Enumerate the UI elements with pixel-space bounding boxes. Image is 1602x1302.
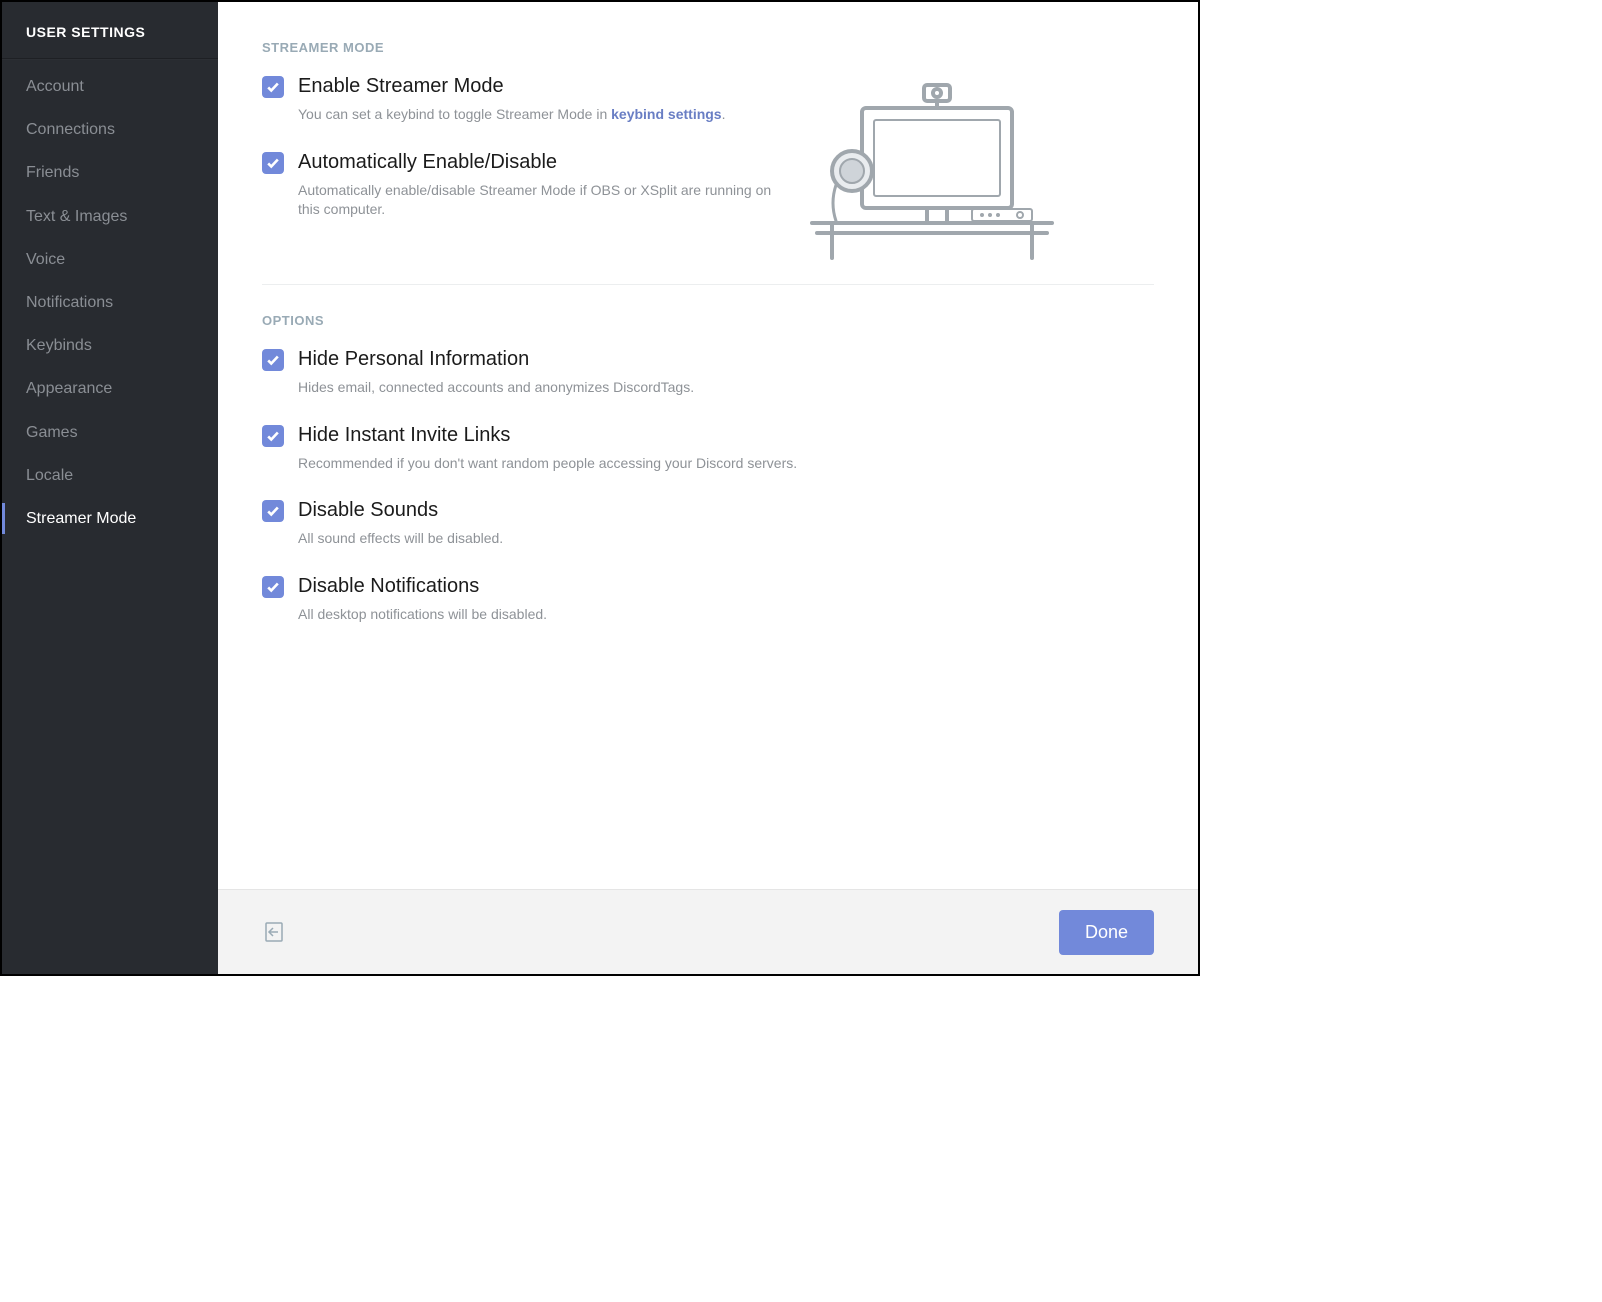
setting-title: Disable Notifications — [298, 573, 1154, 599]
setting-hide-invites: Hide Instant Invite Links Recommended if… — [262, 422, 1154, 474]
sidebar-item-label: Voice — [26, 251, 65, 268]
check-icon — [266, 429, 280, 443]
check-icon — [266, 580, 280, 594]
sidebar-item-label: Locale — [26, 467, 73, 484]
sidebar-item-voice[interactable]: Voice — [2, 238, 218, 281]
sidebar-item-account[interactable]: Account — [2, 65, 218, 108]
sidebar-item-connections[interactable]: Connections — [2, 108, 218, 151]
sidebar-item-label: Games — [26, 424, 78, 441]
section-header-streamer-mode: STREAMER MODE — [262, 40, 1154, 55]
sidebar: USER SETTINGS Account Connections Friend… — [2, 2, 218, 974]
sidebar-item-label: Appearance — [26, 380, 112, 397]
setting-body: Enable Streamer Mode You can set a keybi… — [298, 73, 782, 125]
checkbox-disable-sounds[interactable] — [262, 500, 284, 522]
setting-auto-enable: Automatically Enable/Disable Automatical… — [262, 149, 782, 220]
keybind-settings-link[interactable]: keybind settings — [611, 106, 721, 122]
section-header-options: OPTIONS — [262, 313, 1154, 328]
setting-title: Hide Personal Information — [298, 346, 1154, 372]
sidebar-item-label: Streamer Mode — [26, 510, 136, 527]
sidebar-item-appearance[interactable]: Appearance — [2, 367, 218, 410]
check-icon — [266, 156, 280, 170]
sidebar-item-notifications[interactable]: Notifications — [2, 281, 218, 324]
top-settings: Enable Streamer Mode You can set a keybi… — [262, 73, 782, 244]
back-icon[interactable] — [262, 920, 286, 944]
setting-title: Enable Streamer Mode — [298, 73, 782, 99]
setting-disable-notifications: Disable Notifications All desktop notifi… — [262, 573, 1154, 625]
sidebar-item-label: Keybinds — [26, 337, 92, 354]
setting-title: Hide Instant Invite Links — [298, 422, 1154, 448]
setting-body: Disable Notifications All desktop notifi… — [298, 573, 1154, 625]
content: STREAMER MODE Enable Streamer Mode You c… — [218, 2, 1198, 889]
sidebar-item-locale[interactable]: Locale — [2, 454, 218, 497]
check-icon — [266, 504, 280, 518]
divider — [262, 284, 1154, 285]
setting-desc: Hides email, connected accounts and anon… — [298, 378, 1154, 398]
checkbox-auto-enable[interactable] — [262, 152, 284, 174]
setting-hide-personal: Hide Personal Information Hides email, c… — [262, 346, 1154, 398]
settings-window: USER SETTINGS Account Connections Friend… — [0, 0, 1200, 976]
sidebar-item-label: Notifications — [26, 294, 113, 311]
sidebar-item-label: Text & Images — [26, 208, 127, 225]
setting-disable-sounds: Disable Sounds All sound effects will be… — [262, 497, 1154, 549]
sidebar-item-keybinds[interactable]: Keybinds — [2, 324, 218, 367]
setting-body: Automatically Enable/Disable Automatical… — [298, 149, 782, 220]
footer: Done — [218, 889, 1198, 974]
check-icon — [266, 80, 280, 94]
setting-body: Hide Personal Information Hides email, c… — [298, 346, 1154, 398]
checkbox-hide-personal[interactable] — [262, 349, 284, 371]
done-button[interactable]: Done — [1059, 910, 1154, 955]
sidebar-item-label: Friends — [26, 164, 79, 181]
sidebar-item-text-images[interactable]: Text & Images — [2, 195, 218, 238]
setting-desc: All desktop notifications will be disabl… — [298, 605, 1154, 625]
setting-body: Disable Sounds All sound effects will be… — [298, 497, 1154, 549]
sidebar-item-label: Connections — [26, 121, 115, 138]
checkbox-enable-streamer-mode[interactable] — [262, 76, 284, 98]
sidebar-item-label: Account — [26, 78, 84, 95]
setting-desc: You can set a keybind to toggle Streamer… — [298, 105, 782, 125]
sidebar-item-streamer-mode[interactable]: Streamer Mode — [2, 497, 218, 540]
setting-title: Automatically Enable/Disable — [298, 149, 782, 175]
sidebar-item-friends[interactable]: Friends — [2, 151, 218, 194]
setting-body: Hide Instant Invite Links Recommended if… — [298, 422, 1154, 474]
checkbox-disable-notifications[interactable] — [262, 576, 284, 598]
checkbox-hide-invites[interactable] — [262, 425, 284, 447]
desc-text: . — [722, 106, 726, 122]
sidebar-title: USER SETTINGS — [2, 2, 218, 59]
monitor-webcam-icon — [802, 73, 1062, 263]
desc-text: You can set a keybind to toggle Streamer… — [298, 106, 611, 122]
check-icon — [266, 353, 280, 367]
streamer-illustration — [802, 73, 1062, 268]
setting-title: Disable Sounds — [298, 497, 1154, 523]
setting-desc: Recommended if you don't want random peo… — [298, 454, 1154, 474]
sidebar-items: Account Connections Friends Text & Image… — [2, 59, 218, 540]
setting-desc: Automatically enable/disable Streamer Mo… — [298, 181, 782, 220]
sidebar-item-games[interactable]: Games — [2, 411, 218, 454]
setting-enable-streamer-mode: Enable Streamer Mode You can set a keybi… — [262, 73, 782, 125]
top-row: Enable Streamer Mode You can set a keybi… — [262, 73, 1154, 268]
content-wrap: STREAMER MODE Enable Streamer Mode You c… — [218, 2, 1198, 974]
setting-desc: All sound effects will be disabled. — [298, 529, 1154, 549]
